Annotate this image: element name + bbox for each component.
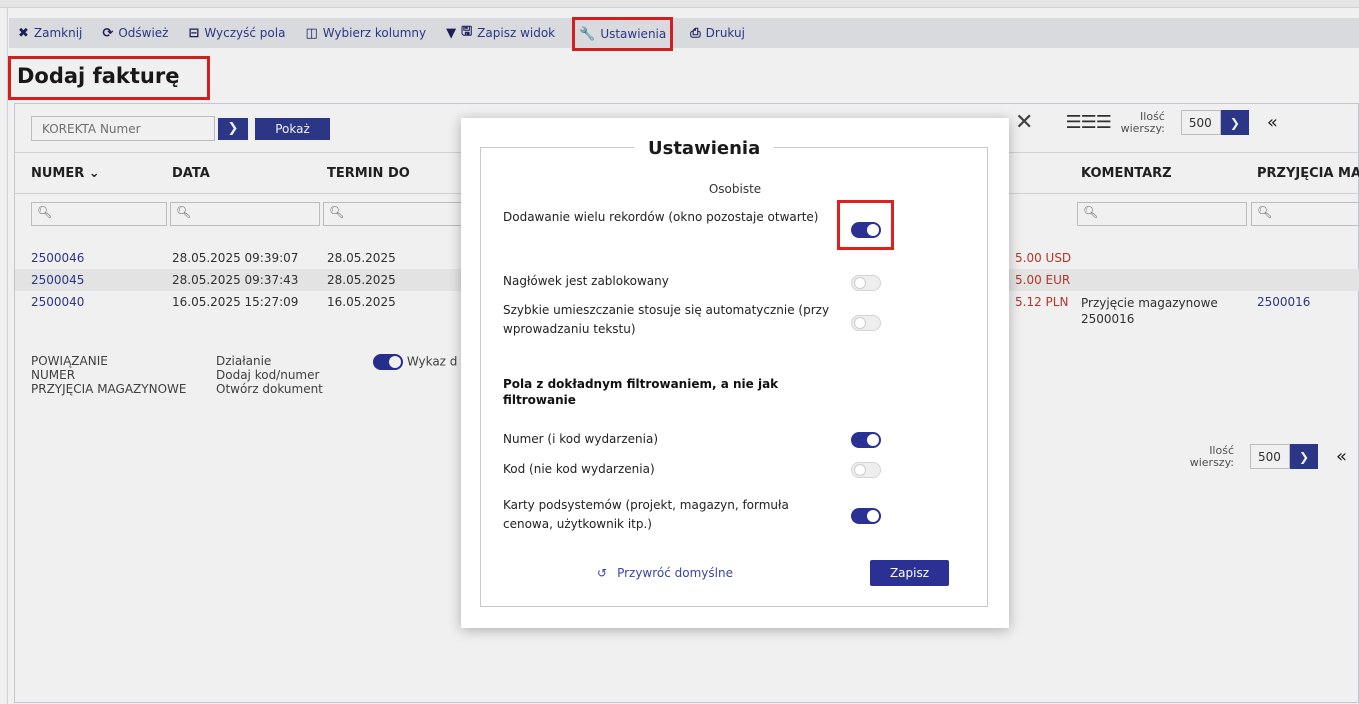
option-label: Nagłówek jest zablokowany xyxy=(503,274,669,288)
option-label: Karty podsystemów (projekt, magazyn, for… xyxy=(503,498,789,531)
toggle-number-exact[interactable] xyxy=(851,432,881,448)
section-exact-filter: Pola z dokładnym filtrowaniem, a nie jak… xyxy=(503,377,779,407)
option-label: Dodawanie wielu rekordów (okno pozostaje… xyxy=(503,210,819,224)
restore-defaults-button[interactable]: ↺ Przywróć domyślne xyxy=(597,566,733,580)
toggle-header-locked[interactable] xyxy=(851,275,881,291)
toggle-highlight xyxy=(837,200,894,250)
save-settings-button[interactable]: Zapisz xyxy=(870,560,949,586)
option-label: Szybkie umieszczanie stosuje się automat… xyxy=(503,303,830,336)
toggle-subsystem-cards[interactable] xyxy=(851,508,881,524)
toggle-code-exact[interactable] xyxy=(851,462,881,478)
option-label: Kod (nie kod wydarzenia) xyxy=(503,462,655,476)
option-label: Numer (i kod wydarzenia) xyxy=(503,432,659,446)
settings-modal: Ustawienia Osobiste Dodawanie wielu reko… xyxy=(461,118,1009,628)
modal-title: Ustawienia xyxy=(634,138,775,159)
toggle-quick-insert[interactable] xyxy=(851,315,881,331)
section-personal: Osobiste xyxy=(708,182,762,196)
undo-icon: ↺ xyxy=(597,566,608,580)
